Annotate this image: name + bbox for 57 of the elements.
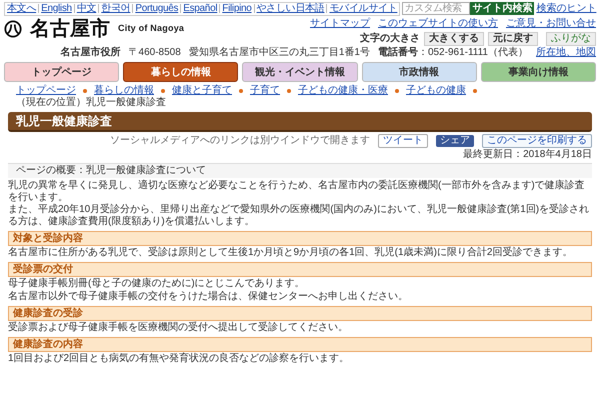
body-paragraph: 母子健康手帳別冊(母と子の健康のために)にとじこんであります。 <box>8 278 306 290</box>
social-note: ソーシャルメディアへのリンクは別ウインドウで開きます <box>110 135 370 147</box>
language-link[interactable]: やさしい日本語 <box>256 2 324 14</box>
print-button[interactable]: このページを印刷する <box>482 134 592 148</box>
header-link[interactable]: ご意見・お問い合せ <box>506 18 596 30</box>
nav-tab[interactable]: 事業向け情報 <box>480 62 596 82</box>
body-paragraph: 受診票および母子健康手帳を医療機関の受付へ提出して受診してください。 <box>8 322 349 334</box>
text-size-label: 文字の大きさ <box>360 33 420 45</box>
language-link[interactable]: モバイルサイト <box>329 2 398 14</box>
body-paragraph: 名古屋市以外で母子健康手帳の交付をうけた場合は、保健センターへお申し出ください。 <box>8 291 409 303</box>
site-logo[interactable]: 名古屋市 <box>30 18 110 40</box>
text-size-button[interactable]: 元に戻す <box>488 32 538 46</box>
breadcrumb-link[interactable]: トップページ <box>16 85 76 97</box>
map-link[interactable]: 所在地、地図 <box>536 47 596 59</box>
breadcrumb-link[interactable]: 健康と子育て <box>172 85 232 97</box>
breadcrumb-link[interactable]: 子どもの健康 <box>406 85 466 97</box>
postal-code: 〒460-8508 <box>128 47 181 59</box>
breadcrumb-link[interactable]: 暮らしの情報 <box>94 85 154 97</box>
site-logo-english: City of Nagoya <box>118 22 184 36</box>
breadcrumb-link[interactable]: 子どもの健康・医療 <box>298 85 388 97</box>
language-link[interactable]: 中文 <box>76 2 96 14</box>
section-heading: 健康診査の内容 <box>8 337 592 352</box>
phone-number: 電話番号：052-961-1111（代表） <box>378 47 528 59</box>
share-button[interactable]: シェア <box>436 135 474 147</box>
address-text: 愛知県名古屋市中区三の丸三丁目1番1号 <box>188 47 370 59</box>
language-link[interactable]: 本文へ <box>7 2 36 14</box>
body-paragraph: 乳児の異常を早くに発見し、適切な医療など必要なことを行うため、名古屋市内の委託医療機関(一部市外を含みます)で健康診査を行います。 <box>8 180 586 204</box>
tweet-button[interactable]: ツイート <box>378 134 428 148</box>
nav-tab[interactable]: 観光・イベント情報 <box>242 62 358 82</box>
language-link[interactable]: Español <box>183 2 218 14</box>
text-size-button[interactable]: 大きくする <box>424 32 484 46</box>
search-field[interactable]: カスタム検索 <box>402 2 470 15</box>
section-heading: 対象と受診内容 <box>8 231 592 246</box>
header-link[interactable]: サイトマップ <box>310 18 370 30</box>
search-button[interactable]: サイト内検索 <box>470 2 534 15</box>
nav-tab[interactable]: トップページ <box>4 62 120 82</box>
language-link[interactable]: Filipino <box>222 2 252 14</box>
body-paragraph: 1回目および2回目とも病気の有無や発育状況の良否などの診察を行います。 <box>8 353 350 365</box>
header-link[interactable]: このウェブサイトの使い方 <box>378 18 498 30</box>
page-summary: ページの概要：乳児一般健康診査について <box>8 163 592 178</box>
furigana-button[interactable]: ふりがな <box>546 32 596 46</box>
page-title: 乳児一般健康診査 <box>8 112 592 132</box>
body-paragraph: 名古屋市に住所がある乳児で、受診は原則として生後1か月頃と9か月頃の各1回、乳児(1歳未満)に限り合計2回受診できます。 <box>8 247 574 259</box>
language-link[interactable]: 한국어 <box>101 2 130 14</box>
nav-tab[interactable]: 暮らしの情報 <box>123 62 238 82</box>
nav-tab[interactable]: 市政情報 <box>362 62 477 82</box>
language-link[interactable]: English <box>41 2 72 14</box>
breadcrumb-current: （現在の位置）乳児一般健康診査 <box>16 97 166 108</box>
section-heading: 健康診査の受診 <box>8 306 592 321</box>
body-paragraph: また、平成20年10月受診分から、里帰り出産などで愛知県外の医療機関(国内のみ)において、乳児一般健康診査(第1回)を受診される方は、健康診査費用(限度額あり)を償還払いします。 <box>8 204 590 228</box>
section-heading: 受診票の交付 <box>8 262 592 277</box>
search-hint-link[interactable]: 検索のヒント <box>536 2 596 14</box>
last-updated: 最終更新日：2018年4月18日 <box>463 149 592 161</box>
language-link[interactable]: Português <box>135 2 178 14</box>
city-emblem-icon <box>4 20 22 38</box>
breadcrumb-link[interactable]: 子育て <box>250 85 280 97</box>
office-name: 名古屋市役所 <box>60 47 121 59</box>
